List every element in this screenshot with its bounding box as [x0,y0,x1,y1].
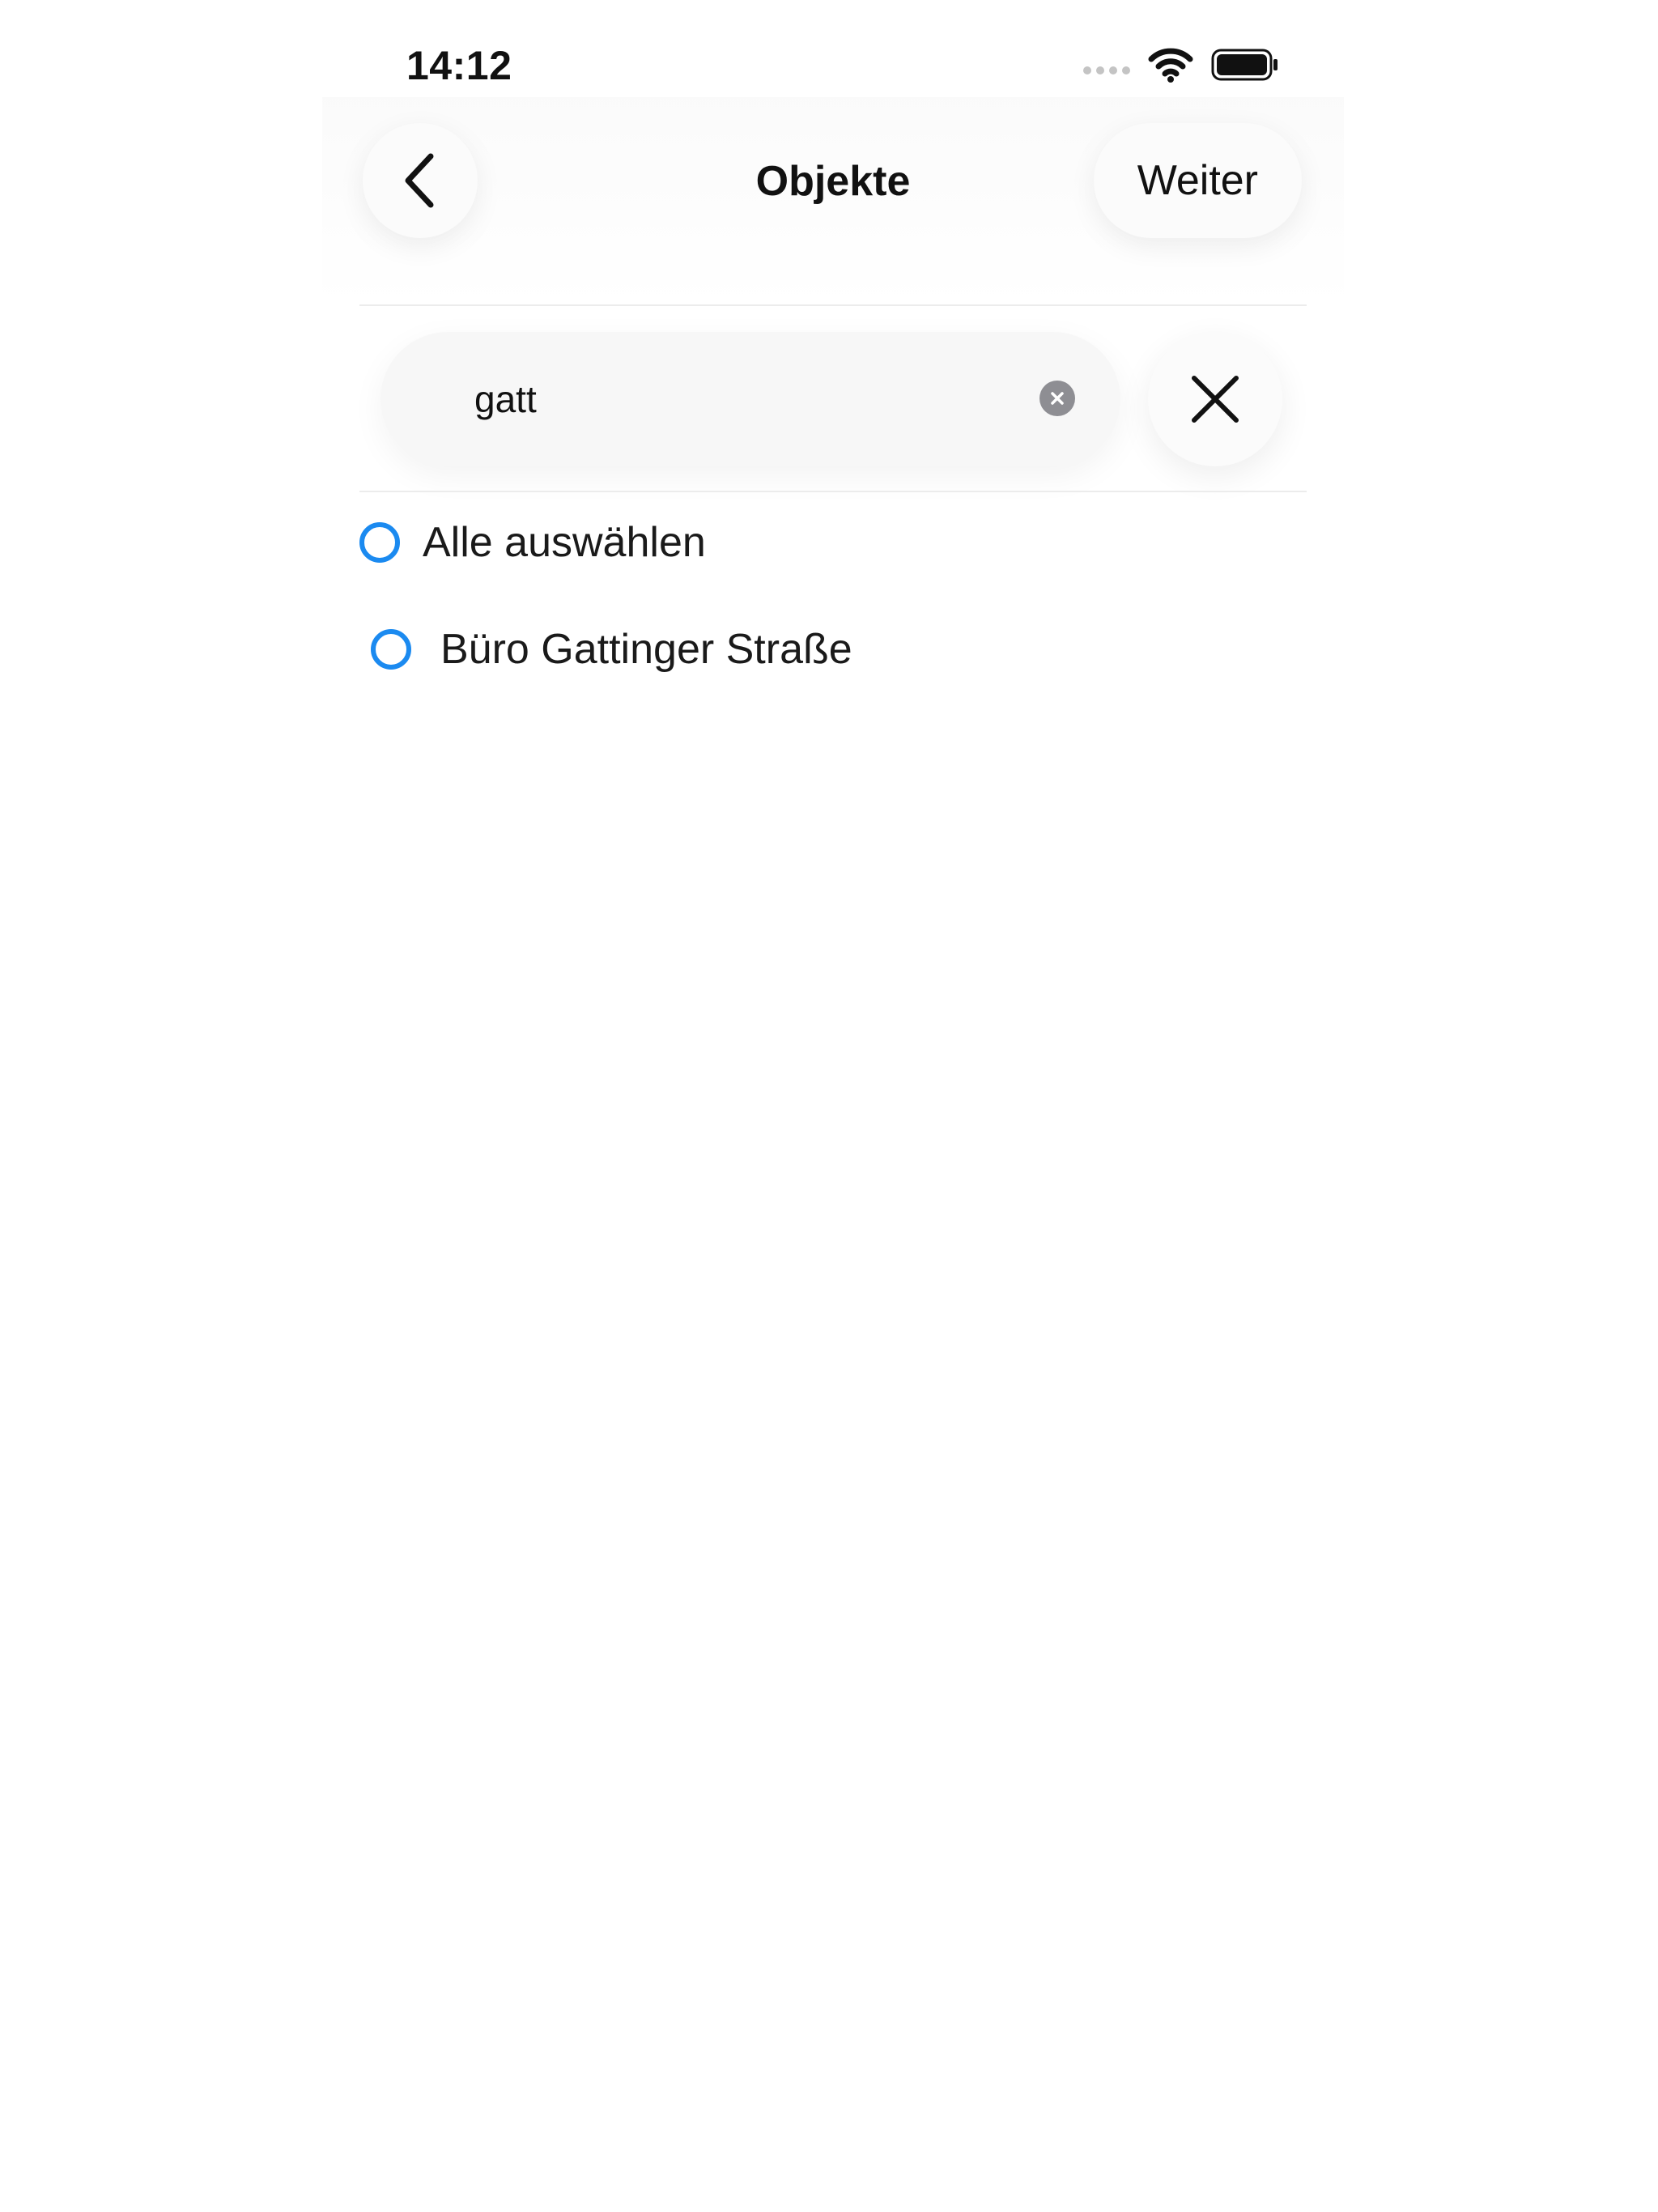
close-search-button[interactable] [1148,332,1282,466]
app-screen: 14:12 Objekte Weiter gatt Alle auswählen… [322,0,1344,2212]
close-icon [1192,376,1239,423]
battery-icon [1211,49,1278,81]
navigation-bar: Objekte Weiter [322,97,1344,308]
screen: 14:12 Objekte Weiter gatt Alle auswählen… [0,0,1658,2212]
list-item-label: Büro Gattinger Straße [440,626,852,673]
clear-search-button[interactable] [1039,381,1075,416]
divider [359,491,1307,492]
select-all-label: Alle auswählen [423,519,706,566]
next-button[interactable]: Weiter [1093,123,1302,238]
status-time: 14:12 [406,43,512,88]
cellular-signal-icon [1083,55,1130,74]
select-all-row[interactable]: Alle auswählen [359,518,706,567]
divider [359,304,1307,306]
search-field[interactable] [380,332,1120,466]
status-icons [1083,47,1279,83]
radio-unchecked-icon[interactable] [371,629,411,670]
radio-unchecked-icon[interactable] [359,522,400,563]
wifi-icon [1148,48,1193,83]
search-input[interactable] [474,332,1009,466]
list-item[interactable]: Büro Gattinger Straße [371,625,852,674]
clear-icon [1051,392,1064,405]
